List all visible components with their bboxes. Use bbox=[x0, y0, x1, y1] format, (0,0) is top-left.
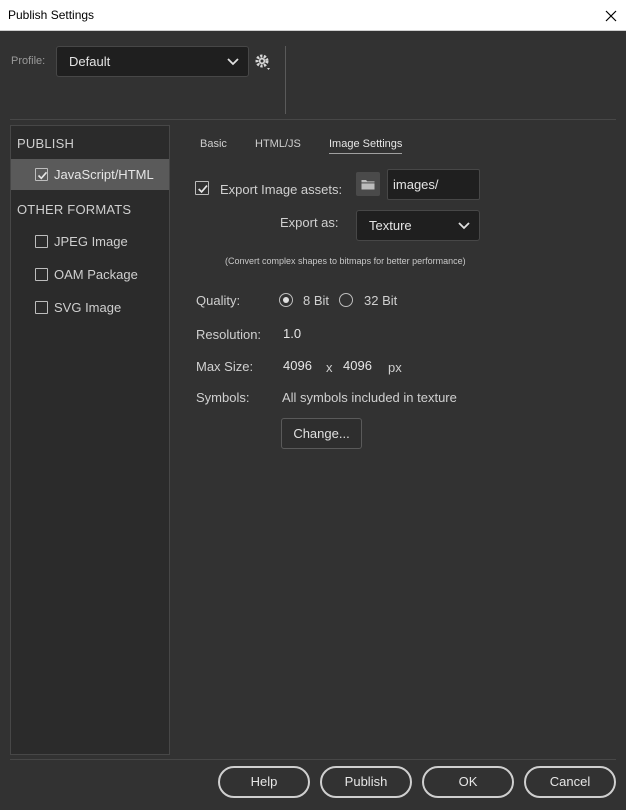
folder-icon bbox=[361, 179, 375, 189]
profile-value: Default bbox=[69, 54, 111, 69]
export-as-label: Export as: bbox=[280, 215, 339, 230]
ok-button[interactable]: OK bbox=[422, 766, 514, 798]
max-size-unit: px bbox=[388, 360, 402, 375]
max-height-value[interactable]: 4096 bbox=[343, 358, 372, 373]
publish-heading: PUBLISH bbox=[17, 136, 75, 151]
title-bar: Publish Settings bbox=[0, 0, 626, 31]
checkmark-icon bbox=[37, 171, 48, 180]
sidebar-item-javascript-html[interactable]: JavaScript/HTML bbox=[11, 159, 169, 190]
quality-8bit-radio[interactable] bbox=[279, 293, 293, 307]
close-button[interactable] bbox=[596, 0, 626, 31]
max-width-value[interactable]: 4096 bbox=[283, 358, 312, 373]
browse-folder-button[interactable] bbox=[356, 172, 380, 196]
export-hint: (Convert complex shapes to bitmaps for b… bbox=[225, 256, 466, 266]
gear-icon bbox=[255, 54, 270, 70]
export-as-select[interactable]: Texture bbox=[356, 210, 480, 241]
resolution-value[interactable]: 1.0 bbox=[283, 326, 301, 341]
checkmark-icon bbox=[198, 185, 208, 194]
export-image-assets-checkbox[interactable] bbox=[195, 181, 209, 195]
section-divider bbox=[10, 119, 616, 120]
sidebar-item-label: SVG Image bbox=[54, 300, 122, 315]
chevron-down-icon bbox=[227, 58, 239, 66]
tab-html-js[interactable]: HTML/JS bbox=[255, 138, 301, 150]
export-as-value: Texture bbox=[369, 218, 412, 233]
javascript-html-checkbox[interactable] bbox=[35, 168, 48, 181]
oam-package-checkbox[interactable] bbox=[35, 268, 48, 281]
max-size-separator: x bbox=[326, 360, 333, 375]
radio-selected-dot bbox=[283, 297, 289, 303]
max-size-label: Max Size: bbox=[196, 359, 254, 374]
symbols-value: All symbols included in texture bbox=[282, 390, 457, 405]
export-image-assets-label: Export Image assets: bbox=[220, 182, 343, 197]
sidebar-item-oam-package[interactable]: OAM Package bbox=[11, 259, 169, 290]
sidebar-item-label: JPEG Image bbox=[54, 234, 128, 249]
sidebar-item-label: JavaScript/HTML bbox=[54, 167, 154, 182]
quality-32bit-label: 32 Bit bbox=[364, 293, 398, 308]
change-symbols-button[interactable]: Change... bbox=[281, 418, 362, 449]
sidebar-item-jpeg-image[interactable]: JPEG Image bbox=[11, 226, 169, 257]
chevron-down-icon bbox=[458, 222, 470, 230]
quality-8bit-label: 8 Bit bbox=[303, 293, 330, 308]
other-formats-heading: OTHER FORMATS bbox=[17, 202, 132, 217]
jpeg-image-checkbox[interactable] bbox=[35, 235, 48, 248]
quality-32bit-radio[interactable] bbox=[339, 293, 353, 307]
format-sidebar: PUBLISH JavaScript/HTML OTHER FORMATS JP… bbox=[10, 125, 170, 755]
svg-image-checkbox[interactable] bbox=[35, 301, 48, 314]
quality-label: Quality: bbox=[196, 293, 241, 308]
resolution-label: Resolution: bbox=[196, 327, 262, 342]
cancel-button[interactable]: Cancel bbox=[524, 766, 616, 798]
assets-path-value: images/ bbox=[393, 177, 439, 192]
publish-button[interactable]: Publish bbox=[320, 766, 412, 798]
window-title: Publish Settings bbox=[8, 8, 95, 22]
tab-image-settings[interactable]: Image Settings bbox=[329, 138, 403, 154]
help-button[interactable]: Help bbox=[218, 766, 310, 798]
sidebar-item-svg-image[interactable]: SVG Image bbox=[11, 292, 169, 323]
profile-options-button[interactable] bbox=[253, 52, 273, 72]
profile-select[interactable]: Default bbox=[56, 46, 249, 77]
symbols-label: Symbols: bbox=[196, 390, 250, 405]
footer-divider bbox=[10, 759, 616, 760]
tab-basic[interactable]: Basic bbox=[200, 138, 227, 150]
assets-path-input[interactable]: images/ bbox=[387, 169, 480, 200]
profile-label: Profile: bbox=[11, 55, 46, 67]
close-icon bbox=[605, 10, 617, 21]
header-divider bbox=[285, 46, 286, 114]
sidebar-item-label: OAM Package bbox=[54, 267, 138, 282]
